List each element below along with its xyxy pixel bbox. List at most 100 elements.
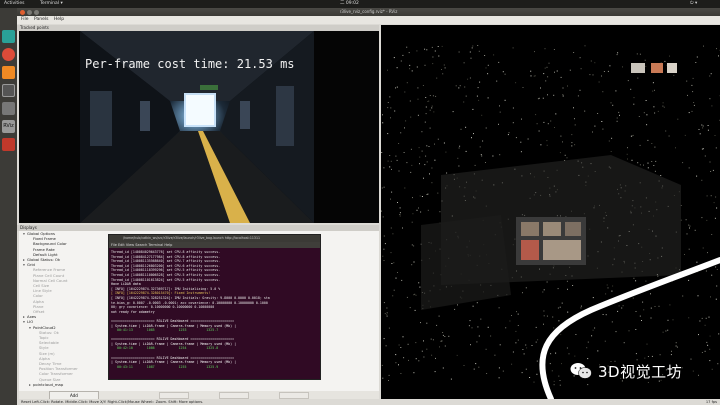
terminal-title-bar[interactable]: /home/hub/catkin_ws/src/r3live/r3live/la…	[109, 235, 320, 242]
terminal-app-icon[interactable]	[2, 84, 15, 97]
rviz-title-bar[interactable]: r3live_rviz_config.rviz* - RViz	[17, 8, 720, 16]
cloud-point	[639, 144, 641, 146]
cloud-point	[557, 307, 559, 309]
clock[interactable]: 二 09:02	[340, 0, 359, 8]
cloud-point	[577, 95, 579, 97]
cloud-point	[584, 45, 586, 47]
cloud-point	[718, 55, 719, 57]
cloud-point	[559, 380, 561, 381]
cloud-point	[435, 95, 437, 97]
terminal-menu-items[interactable]: File Edit View Search Terminal Help	[111, 243, 172, 247]
cloud-point	[473, 133, 474, 135]
cloud-point	[688, 248, 690, 250]
cloud-point	[574, 124, 576, 126]
cloud-point	[417, 87, 419, 89]
minimize-window-icon[interactable]	[27, 9, 32, 15]
settings-app-icon[interactable]	[2, 138, 15, 151]
cloud-point	[711, 368, 713, 370]
cloud-point	[594, 62, 596, 64]
cloud-point	[411, 70, 413, 72]
camera-app-icon[interactable]	[2, 102, 15, 115]
cloud-point	[587, 341, 589, 343]
cloud-point	[692, 370, 694, 372]
cloud-point	[602, 314, 604, 315]
cloud-point	[403, 357, 405, 359]
rviz-3d-view[interactable]	[381, 25, 720, 399]
terminal-menu-bar[interactable]: File Edit View Search Terminal Help	[109, 242, 320, 248]
cloud-point	[411, 164, 413, 166]
cloud-point	[664, 60, 666, 62]
menu-file[interactable]: File	[21, 17, 29, 22]
cloud-point	[523, 353, 525, 355]
system-menu-icon[interactable]: ⏻ ▾	[690, 0, 697, 8]
tracked-points-title: Tracked points	[20, 25, 49, 30]
cloud-point	[562, 95, 564, 97]
cloud-point	[468, 325, 470, 327]
cloud-point	[470, 57, 472, 59]
chrome-browser-icon[interactable]	[2, 48, 15, 61]
cloud-point	[457, 157, 459, 159]
activities-button[interactable]: Activities	[4, 0, 25, 8]
cloud-point	[631, 159, 633, 161]
cloud-point	[559, 384, 561, 386]
cloud-point	[400, 373, 402, 374]
close-window-icon[interactable]	[20, 9, 25, 15]
cloud-point	[617, 310, 619, 312]
cloud-point	[682, 162, 684, 164]
cloud-point	[691, 110, 693, 112]
cloud-point	[402, 227, 403, 229]
cloud-point	[611, 137, 613, 139]
cloud-point	[452, 111, 454, 113]
cloud-point	[478, 335, 480, 337]
cloud-point	[718, 333, 720, 335]
cloud-point	[429, 173, 430, 175]
cloud-point	[631, 135, 633, 137]
cloud-point	[693, 102, 695, 103]
cloud-point	[507, 134, 509, 136]
cloud-point	[675, 342, 677, 344]
cloud-point	[691, 84, 693, 86]
menu-help[interactable]: Help	[54, 17, 64, 22]
duplicate-display-button[interactable]	[159, 391, 189, 399]
cloud-point	[386, 315, 388, 317]
cloud-point	[633, 277, 635, 279]
rename-display-button[interactable]	[279, 391, 309, 399]
cloud-point	[471, 327, 473, 329]
cloud-point	[502, 370, 504, 372]
cloud-point	[675, 345, 677, 347]
app-menu[interactable]: Terminal ▾	[40, 0, 63, 8]
cloud-point	[410, 116, 412, 118]
cloud-point	[530, 75, 532, 77]
cloud-point	[405, 120, 407, 122]
cloud-point	[530, 70, 532, 72]
cloud-point	[673, 74, 675, 76]
terminal-output[interactable]: Thread_id [140084029643776] set CPU-8 af…	[109, 249, 320, 379]
cloud-point	[630, 88, 632, 90]
terminal-window[interactable]: /home/hub/catkin_ws/src/r3live/r3live/la…	[108, 234, 321, 380]
cloud-point	[520, 151, 522, 153]
cloud-point	[386, 307, 388, 309]
software-center-icon[interactable]	[2, 66, 15, 79]
files-app-icon[interactable]	[2, 30, 15, 43]
cloud-point	[493, 54, 495, 56]
cloud-point	[522, 87, 524, 88]
cloud-point	[709, 335, 711, 337]
cloud-point	[696, 56, 698, 58]
menu-panels[interactable]: Panels	[34, 17, 48, 22]
cloud-point	[686, 80, 688, 82]
maximize-window-icon[interactable]	[34, 9, 39, 15]
poster-3	[565, 222, 581, 236]
cloud-point	[408, 52, 410, 54]
cloud-point	[672, 319, 674, 321]
cloud-point	[654, 170, 656, 172]
cloud-point	[522, 349, 524, 350]
terminal-title: /home/hub/catkin_ws/src/r3live/r3live/la…	[123, 236, 260, 240]
tracked-points-image-view[interactable]: Per-frame cost time: 21.53 ms	[19, 31, 379, 223]
rviz-app-icon[interactable]: RViz	[2, 120, 15, 133]
display-tree-row[interactable]: ▸ pointcloud_map	[19, 382, 191, 388]
remove-display-button[interactable]	[219, 391, 249, 399]
cloud-point	[389, 166, 391, 168]
cloud-point	[386, 312, 388, 314]
cloud-point	[553, 384, 555, 386]
cloud-point	[635, 329, 637, 330]
